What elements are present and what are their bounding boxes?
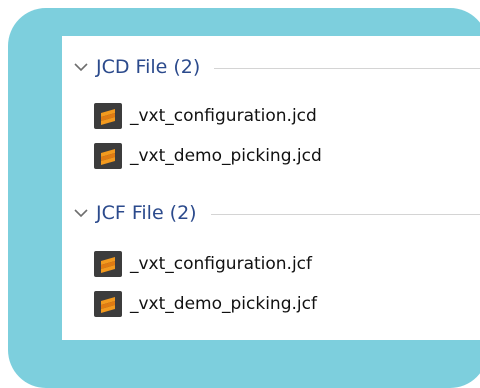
group-header-jcd[interactable]: JCD File (2) — [72, 50, 480, 84]
list-item-file[interactable]: _vxt_configuration.jcd — [94, 100, 317, 132]
file-name: _vxt_demo_picking.jcd — [130, 146, 322, 166]
divider — [210, 213, 480, 215]
sublime-file-icon — [94, 103, 122, 129]
list-item-file[interactable]: _vxt_configuration.jcf — [94, 248, 312, 280]
chevron-down-icon[interactable] — [72, 204, 90, 222]
sublime-file-icon — [94, 143, 122, 169]
group-header-jcf[interactable]: JCF File (2) — [72, 196, 480, 230]
list-item-file[interactable]: _vxt_demo_picking.jcd — [94, 140, 322, 172]
file-name: _vxt_configuration.jcd — [130, 106, 317, 126]
sublime-file-icon — [94, 251, 122, 277]
group-title: JCF File (2) — [96, 202, 197, 224]
file-name: _vxt_configuration.jcf — [130, 254, 313, 274]
sublime-file-icon — [94, 291, 122, 317]
file-name: _vxt_demo_picking.jcf — [130, 294, 317, 314]
list-item-file[interactable]: _vxt_demo_picking.jcf — [94, 288, 317, 320]
chevron-down-icon[interactable] — [72, 58, 90, 76]
group-title: JCD File (2) — [96, 56, 201, 78]
divider — [214, 67, 480, 69]
file-group-list: JCD File (2) _vxt_configuration.jcd _vxt… — [62, 36, 480, 340]
